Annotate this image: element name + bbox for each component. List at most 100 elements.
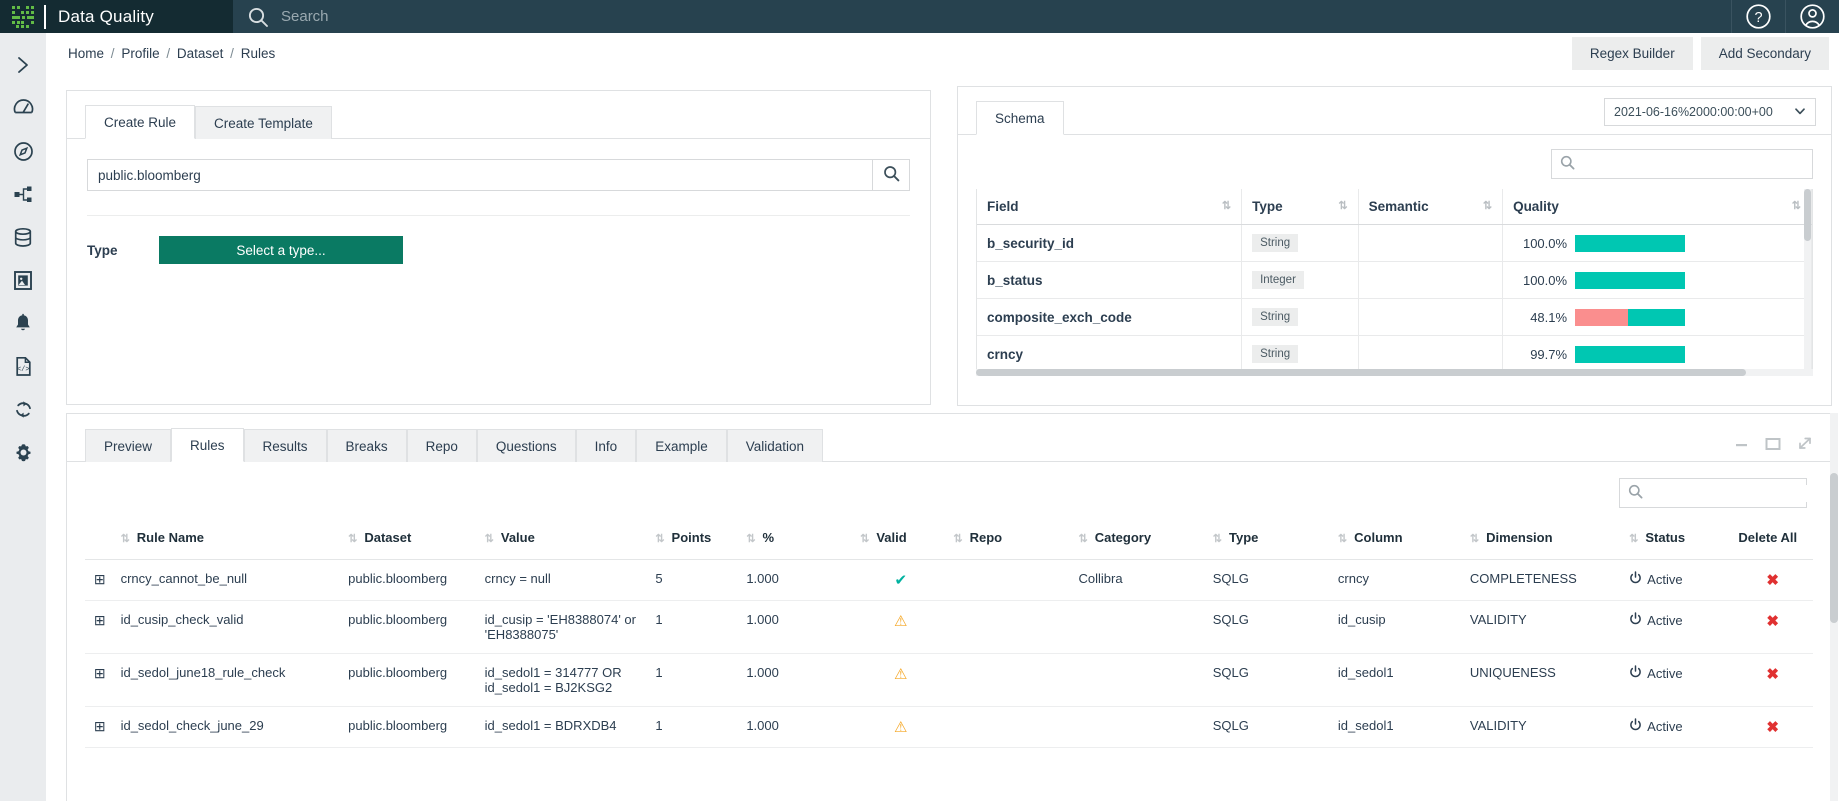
page-vertical-scrollbar[interactable] <box>1830 413 1838 801</box>
global-search[interactable]: Search <box>233 0 1731 33</box>
schema-horizontal-scrollbar[interactable] <box>976 369 1813 376</box>
expand-plus-box-icon[interactable]: ⊞ <box>85 653 115 707</box>
tab-validation[interactable]: Validation <box>726 429 824 462</box>
rules-col-delete-all[interactable]: Delete All <box>1732 520 1813 560</box>
x-icon[interactable]: ✖ <box>1766 613 1779 630</box>
tab-example[interactable]: Example <box>636 429 727 462</box>
rules-col-points[interactable]: ⇅ Points <box>649 520 741 560</box>
x-icon[interactable]: ✖ <box>1766 666 1779 683</box>
schema-col-type[interactable]: Type ⇅ <box>1241 189 1359 225</box>
regex-builder-button[interactable]: Regex Builder <box>1571 36 1693 70</box>
schema-col-quality[interactable]: Quality ⇅ <box>1502 189 1812 225</box>
sort-icon[interactable]: ⇅ <box>1792 199 1801 212</box>
schema-vertical-scrollbar[interactable] <box>1804 189 1811 369</box>
rules-col-dimension[interactable]: ⇅ Dimension <box>1463 520 1624 560</box>
scrollbar-thumb[interactable] <box>1804 189 1811 241</box>
breadcrumb-item-profile[interactable]: Profile <box>121 46 159 61</box>
sidebar-item-jobs[interactable] <box>0 389 46 432</box>
rules-col-column[interactable]: ⇅ Column <box>1331 520 1464 560</box>
schema-date-select[interactable]: 2021-06-16%2000:00:00+00 <box>1604 98 1816 126</box>
scrollbar-thumb[interactable] <box>976 369 1747 376</box>
check-icon: ✔ <box>894 572 908 589</box>
sort-icon[interactable]: ⇅ <box>953 533 962 545</box>
sidebar-item-expand-rail[interactable] <box>0 45 46 88</box>
sidebar-item-admin[interactable] <box>0 432 46 475</box>
sidebar-item-catalog[interactable] <box>0 260 46 303</box>
tab-rules[interactable]: Rules <box>171 428 244 462</box>
schema-search-input[interactable] <box>1581 155 1804 173</box>
schema-row[interactable]: b_security_id String 100.0% <box>977 224 1812 262</box>
expand-plus-box-icon[interactable]: ⊞ <box>85 559 115 601</box>
add-secondary-button[interactable]: Add Secondary <box>1700 36 1829 70</box>
sort-icon[interactable]: ⇅ <box>1483 199 1492 212</box>
grid-search-input[interactable] <box>1649 484 1829 502</box>
rules-col--[interactable]: ⇅% <box>740 520 855 560</box>
rules-col-repo[interactable]: ⇅ Repo <box>947 520 1073 560</box>
x-icon[interactable]: ✖ <box>1766 719 1779 736</box>
rules-col-category[interactable]: ⇅ Category <box>1072 520 1207 560</box>
tab-create-template[interactable]: Create Template <box>195 106 332 139</box>
table-row[interactable]: ⊞ id_sedol_check_june_29 public.bloomberg i… <box>85 706 1813 748</box>
sort-icon[interactable]: ⇅ <box>485 533 494 545</box>
rules-col-type[interactable]: ⇅ Type <box>1206 520 1332 560</box>
user-circle-icon[interactable] <box>1785 0 1839 33</box>
schema-row[interactable]: b_status Integer 100.0% <box>977 261 1812 299</box>
sort-icon[interactable]: ⇅ <box>1338 533 1347 545</box>
tab-repo[interactable]: Repo <box>406 429 477 462</box>
sort-icon[interactable]: ⇅ <box>1213 533 1222 545</box>
points-cell: 1 <box>649 706 741 748</box>
expand-plus-box-icon[interactable]: ⊞ <box>85 706 115 748</box>
tab-results[interactable]: Results <box>243 429 327 462</box>
schema-col-field[interactable]: Field ⇅ <box>977 189 1243 225</box>
sort-icon[interactable]: ⇅ <box>1629 533 1638 545</box>
help-circle-icon[interactable]: ? <box>1731 0 1785 33</box>
schema-col-semantic[interactable]: Semantic ⇅ <box>1358 189 1504 225</box>
breadcrumb-item-dataset[interactable]: Dataset <box>177 46 224 61</box>
sidebar-item-lineage[interactable] <box>0 174 46 217</box>
brand-block[interactable]: Data Quality <box>0 0 233 33</box>
table-row[interactable]: ⊞ id_cusip_check_valid public.bloomberg id_… <box>85 600 1813 654</box>
restore-window-icon[interactable] <box>1765 437 1781 454</box>
scrollbar-thumb[interactable] <box>1830 473 1838 623</box>
sidebar-item-dashboard[interactable] <box>0 88 46 131</box>
table-row[interactable]: ⊞ id_sedol_june18_rule_check public.bloomb… <box>85 653 1813 707</box>
table-row[interactable]: ⊞ crncy_cannot_be_null public.bloomberg crn… <box>85 559 1813 601</box>
sidebar-item-explorer[interactable] <box>0 131 46 174</box>
breadcrumb-item-home[interactable]: Home <box>68 46 104 61</box>
rules-col-valid[interactable]: ⇅ Valid <box>854 520 948 560</box>
sort-icon[interactable]: ⇅ <box>1470 533 1479 545</box>
sidebar-item-datasets[interactable] <box>0 217 46 260</box>
schema-search-box[interactable] <box>1551 149 1813 179</box>
tab-create-rule[interactable]: Create Rule <box>85 105 196 139</box>
tab-questions[interactable]: Questions <box>476 429 576 462</box>
dataset-search-input[interactable] <box>87 159 872 191</box>
rules-col-status[interactable]: ⇅ Status <box>1623 520 1733 560</box>
minimize-icon[interactable] <box>1734 437 1749 453</box>
sort-icon[interactable]: ⇅ <box>348 533 357 545</box>
schema-row[interactable]: composite_exch_code String 48.1% <box>977 298 1812 336</box>
sort-icon[interactable]: ⇅ <box>746 533 755 545</box>
rules-col-value[interactable]: ⇅ Value <box>478 520 650 560</box>
sort-icon[interactable]: ⇅ <box>655 533 664 545</box>
dataset-search-button[interactable] <box>872 159 910 191</box>
select-type-button[interactable]: Select a type... <box>159 236 403 264</box>
tab-breaks[interactable]: Breaks <box>326 429 407 462</box>
grid-search-box[interactable] <box>1619 478 1829 508</box>
schema-row[interactable]: crncy String 99.7% <box>977 335 1812 369</box>
expand-plus-box-icon[interactable]: ⊞ <box>85 600 115 654</box>
sort-icon[interactable]: ⇅ <box>1079 533 1088 545</box>
tab-schema[interactable]: Schema <box>976 101 1064 135</box>
tab-info[interactable]: Info <box>575 429 637 462</box>
sort-icon[interactable]: ⇅ <box>1222 199 1231 212</box>
sidebar-item-alerts[interactable] <box>0 303 46 346</box>
expand-diagonal-icon[interactable] <box>1797 436 1813 454</box>
rules-col-dataset[interactable]: ⇅ Dataset <box>342 520 479 560</box>
rules-col-rule-name[interactable]: ⇅ Rule Name <box>114 520 343 560</box>
sidebar-item-scripts[interactable]: </> <box>0 346 46 389</box>
sort-icon[interactable]: ⇅ <box>121 533 130 545</box>
sort-icon[interactable]: ⇅ <box>1338 199 1347 212</box>
tab-preview[interactable]: Preview <box>85 429 172 462</box>
breadcrumb-item-rules[interactable]: Rules <box>241 46 276 61</box>
x-icon[interactable]: ✖ <box>1766 572 1779 589</box>
sort-icon[interactable]: ⇅ <box>860 533 869 545</box>
